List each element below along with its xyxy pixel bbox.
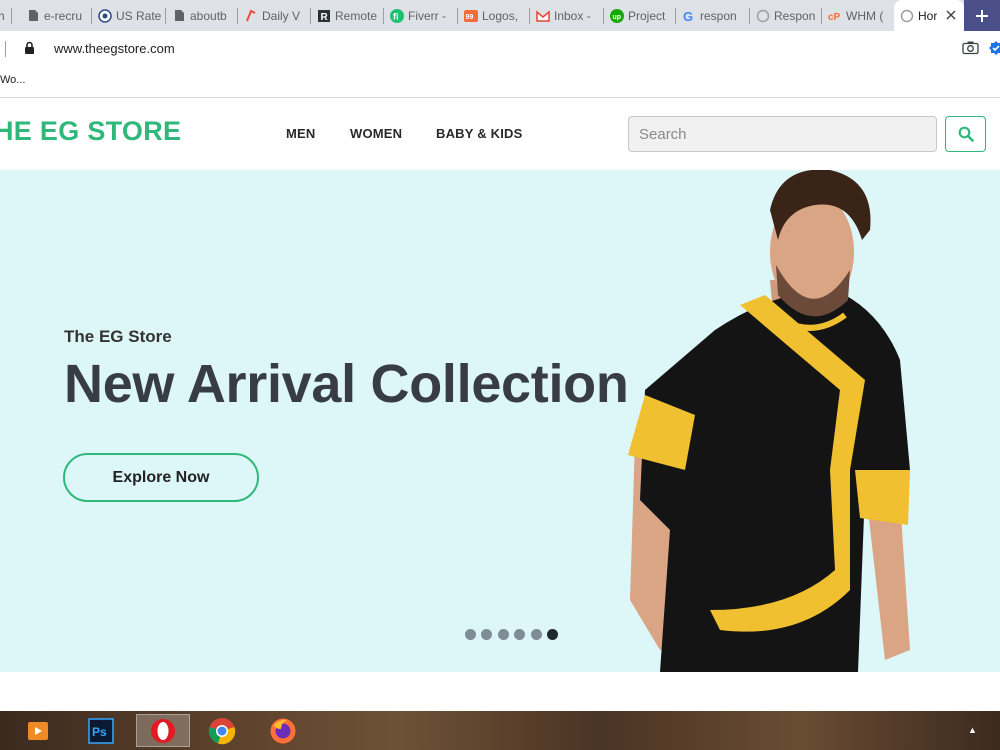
upwork-icon: up [610, 8, 624, 23]
tab-title: WHM ( [846, 8, 884, 23]
search-button[interactable] [945, 116, 986, 152]
hero-eyebrow: The EG Store [64, 327, 172, 346]
browser-tab[interactable]: 99 Logos, [458, 0, 530, 31]
tab-title: h [0, 8, 5, 23]
carousel-dot[interactable] [481, 629, 492, 640]
plus-icon [976, 9, 988, 22]
browser-tab[interactable]: up Project [604, 0, 676, 31]
fiverr-icon: fi [390, 8, 404, 23]
search-input[interactable] [628, 116, 937, 152]
loading-icon [756, 9, 770, 23]
page-content-below-hero [0, 672, 1000, 712]
carousel-dot[interactable] [498, 629, 509, 640]
svg-text:cP: cP [828, 12, 841, 23]
browser-tab[interactable]: e-recru [20, 0, 92, 31]
nav-men[interactable]: MEN [286, 126, 316, 141]
daily-icon [244, 9, 258, 23]
loading-icon [900, 9, 914, 23]
browser-tab[interactable]: US Rate [92, 0, 166, 31]
url-field[interactable]: www.theegstore.com [54, 41, 175, 57]
tray-expand-icon[interactable]: ▲ [968, 725, 977, 735]
explore-now-button[interactable]: Explore Now [63, 453, 259, 502]
browser-tab[interactable]: Respon [750, 0, 822, 31]
nav-women[interactable]: WOMEN [350, 126, 402, 141]
tab-title: US Rate [116, 8, 162, 23]
browser-tab[interactable]: Inbox - [530, 0, 604, 31]
svg-text:R: R [321, 12, 329, 23]
tab-title: Respon [774, 8, 816, 23]
tab-title: Remote [335, 8, 378, 23]
hero-model-image [628, 170, 910, 672]
tab-title: respon [700, 8, 737, 23]
tab-title: aboutb [190, 8, 227, 23]
photoshop-label: Ps [92, 725, 107, 739]
chrome-icon[interactable] [204, 714, 240, 747]
firefox-icon[interactable] [265, 714, 301, 747]
close-icon[interactable] [942, 6, 960, 24]
gmail-icon [536, 9, 550, 23]
tab-title: Daily V [262, 8, 301, 23]
tab-title: Hor [918, 8, 938, 23]
site-logo[interactable]: HE EG STORE [0, 116, 181, 147]
extension-check-icon[interactable] [989, 41, 1000, 60]
tab-title: e-recru [44, 8, 83, 23]
browser-tab[interactable]: cP WHM ( [822, 0, 894, 31]
document-icon [172, 9, 186, 23]
tab-title: Logos, [482, 8, 519, 23]
browser-tab-strip: h e-recru US Rate aboutb Daily V R Remot… [0, 0, 1000, 31]
carousel-dot[interactable] [465, 629, 476, 640]
svg-text:99: 99 [466, 14, 474, 21]
browser-tab[interactable]: h [0, 0, 12, 31]
new-tab-button[interactable] [964, 0, 1000, 31]
screenshot-camera-icon[interactable] [962, 40, 979, 60]
99designs-icon: 99 [464, 9, 478, 23]
us-seal-icon [98, 8, 112, 23]
tab-title: Inbox - [554, 8, 591, 23]
browser-tab[interactable]: Daily V [238, 0, 311, 31]
hero-title: New Arrival Collection [64, 354, 629, 414]
lock-icon[interactable] [24, 41, 35, 60]
bookmarks-bar [0, 68, 1000, 98]
tab-separator [11, 8, 12, 24]
browser-tab[interactable]: G respon [676, 0, 750, 31]
carousel-dot[interactable] [514, 629, 525, 640]
document-icon [26, 9, 40, 23]
photoshop-icon[interactable]: Ps [83, 714, 119, 747]
svg-text:G: G [683, 9, 693, 23]
remote-r-icon: R [317, 9, 331, 23]
tab-title: Project [628, 8, 666, 23]
tab-title: Fiverr - [408, 8, 446, 23]
browser-tab[interactable]: fi Fiverr - [384, 0, 458, 31]
browser-tab-active[interactable]: Hor [894, 0, 964, 31]
search-icon [958, 126, 974, 142]
screen: h e-recru US Rate aboutb Daily V R Remot… [0, 0, 1000, 750]
carousel-dot[interactable] [531, 629, 542, 640]
browser-tab[interactable]: aboutb [166, 0, 238, 31]
browser-tab[interactable]: R Remote [311, 0, 384, 31]
cpanel-icon: cP [828, 9, 842, 23]
toolbar-divider [5, 41, 6, 57]
bookmark-item[interactable]: Wo... [0, 74, 25, 86]
opera-icon[interactable] [136, 714, 190, 747]
nav-baby-kids[interactable]: BABY & KIDS [436, 126, 522, 141]
carousel-dot-active[interactable] [547, 629, 558, 640]
google-icon: G [682, 9, 696, 23]
svg-text:up: up [613, 14, 622, 21]
media-player-icon[interactable] [20, 714, 56, 747]
svg-text:fi: fi [393, 11, 399, 21]
